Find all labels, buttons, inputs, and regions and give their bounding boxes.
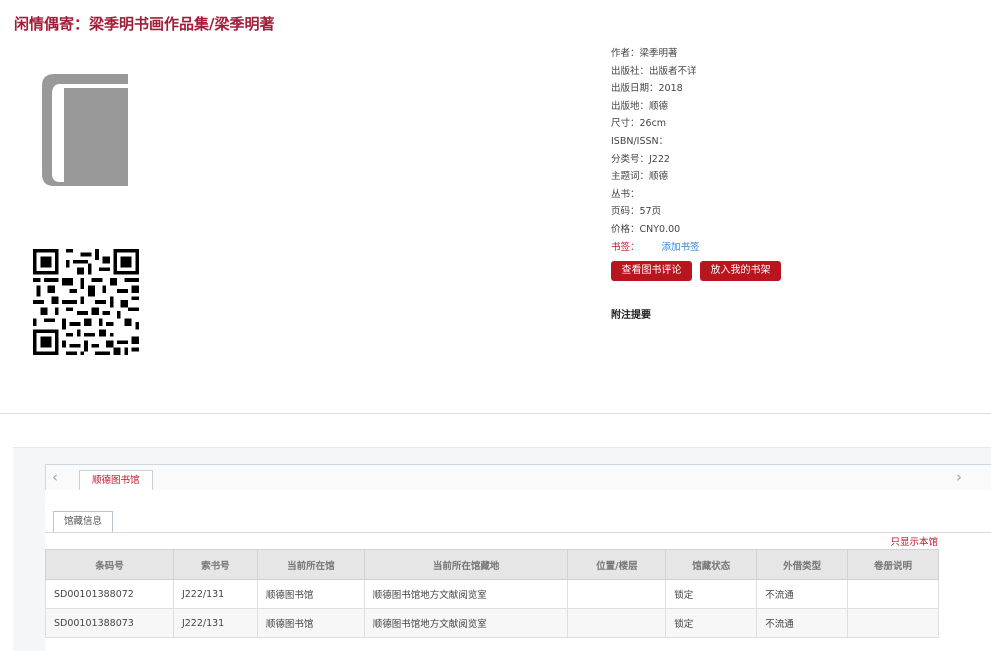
section-divider [0,413,991,414]
column-header: 外借类型 [756,549,849,580]
meta-pages: 页码：57页 [611,206,662,218]
cell-volume [847,579,939,609]
cell-volume [847,608,939,638]
meta-price: 价格：CNY0.00 [611,223,681,235]
column-header: 位置/楼层 [567,549,667,580]
chevron-right-icon[interactable]: › [956,468,962,486]
page-title: 闲情偶寄：梁季明书画作品集/梁季明著 [14,15,275,33]
column-header: 卷册说明 [847,549,939,580]
cell-location: 顺德图书馆地方文献阅览室 [363,579,569,609]
column-header: 当前所在馆 [256,549,365,580]
subtab-underline [45,532,991,533]
book-metadata: 作者：梁季明著 出版社：出版者不详 出版日期：2018 出版地：顺德 尺寸：26… [611,45,700,256]
cell-barcode: SD00101388073 [45,608,174,638]
holdings-panel: 馆藏信息 只显示本馆 条码号 索书号 当前所在馆 当前所在馆藏地 位置/楼层 馆… [45,490,991,651]
view-reviews-button[interactable]: 查看图书评论 [611,261,692,281]
column-header: 索书号 [172,549,258,580]
column-header: 条码号 [45,549,174,580]
cell-location: 顺德图书馆地方文献阅览室 [363,608,569,638]
bookmark-row: 书签： 添加书签 [611,239,700,257]
meta-publisher: 出版社：出版者不详 [611,65,697,77]
book-icon [42,74,128,186]
holdings-table: 条码号 索书号 当前所在馆 当前所在馆藏地 位置/楼层 馆藏状态 外借类型 卷册… [45,549,939,638]
column-header: 馆藏状态 [665,549,758,580]
cell-floor [567,608,667,638]
cell-callno: J222/131 [172,579,258,609]
cell-status: 锁定 [665,608,758,638]
cell-loan-type: 不流通 [756,579,849,609]
add-to-shelf-button[interactable]: 放入我的书架 [700,261,781,281]
only-this-library-link[interactable]: 只显示本馆 [890,534,938,548]
meta-pub-place: 出版地：顺德 [611,100,669,112]
column-header: 当前所在馆藏地 [363,549,569,580]
meta-pub-date: 出版日期：2018 [611,83,683,95]
cell-barcode: SD00101388072 [45,579,174,609]
meta-size: 尺寸：26cm [611,118,667,130]
library-tabbar: ‹ 顺德图书馆 › [45,464,991,491]
table-row: SD00101388073 J222/131 顺德图书馆 顺德图书馆地方文献阅览… [45,608,939,638]
holdings-section: ‹ 顺德图书馆 › 馆藏信息 只显示本馆 条码号 索书号 当前所在馆 当前所在馆… [13,447,991,651]
cell-library: 顺德图书馆 [256,608,365,638]
qr-code-icon [33,249,139,355]
notes-heading: 附注提要 [611,310,651,321]
cell-library: 顺德图书馆 [256,579,365,609]
table-header-row: 条码号 索书号 当前所在馆 当前所在馆藏地 位置/楼层 馆藏状态 外借类型 卷册… [45,549,939,580]
meta-isbn: ISBN/ISSN： [611,135,669,147]
cell-callno: J222/131 [172,608,258,638]
tab-library[interactable]: 顺德图书馆 [79,470,153,490]
add-bookmark-link[interactable]: 添加书签 [662,242,700,253]
cell-status: 锁定 [665,579,758,609]
bookmark-label: 书签： [611,241,640,253]
table-row: SD00101388072 J222/131 顺德图书馆 顺德图书馆地方文献阅览… [45,579,939,609]
meta-class-no: 分类号：J222 [611,153,670,165]
cell-loan-type: 不流通 [756,608,849,638]
tab-holdings-info[interactable]: 馆藏信息 [53,511,114,532]
meta-author: 作者：梁季明著 [611,48,678,59]
meta-series: 丛书： [611,188,640,200]
meta-subject: 主题词：顺德 [611,171,669,183]
cell-floor [567,579,667,609]
chevron-left-icon[interactable]: ‹ [52,468,58,486]
